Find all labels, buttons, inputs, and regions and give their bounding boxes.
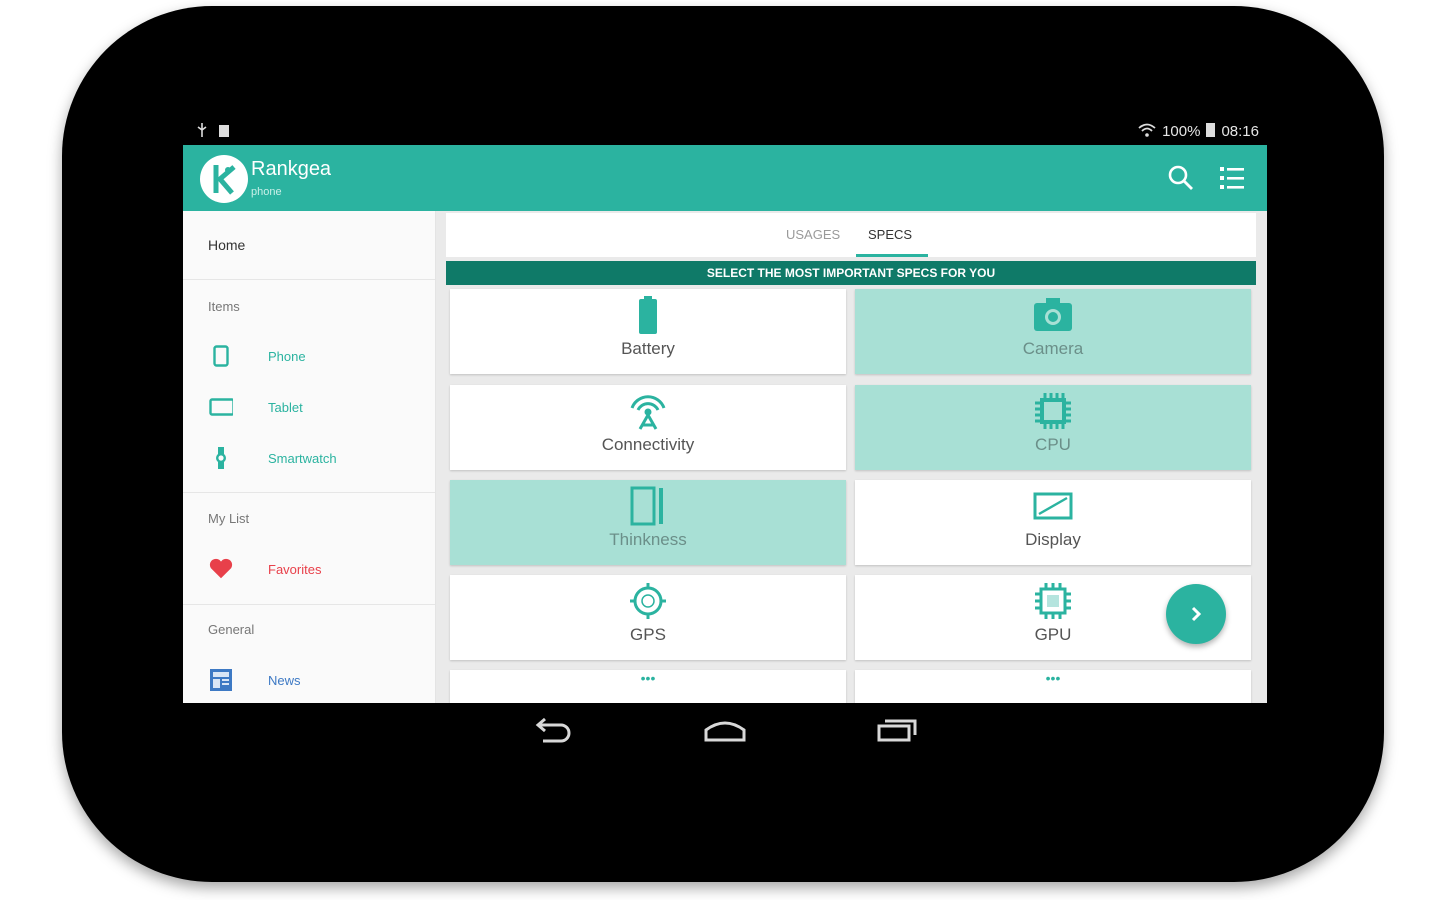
list-icon bbox=[1220, 167, 1244, 189]
spec-card-camera[interactable]: Camera bbox=[855, 289, 1251, 374]
drawer-section-items: Items bbox=[208, 299, 240, 314]
spec-card-connectivity[interactable]: Connectivity bbox=[450, 385, 846, 470]
status-bar: 100% 08:16 bbox=[183, 118, 1267, 145]
navigation-drawer: Home Items Phone Tablet Smartwatch My Li… bbox=[183, 211, 436, 703]
home-icon bbox=[704, 721, 746, 742]
spec-card-partial[interactable]: ••• bbox=[450, 670, 846, 703]
drawer-item-label: Phone bbox=[268, 348, 306, 364]
drawer-item-phone[interactable]: Phone bbox=[183, 338, 435, 374]
app-bar: Rankgea phone bbox=[183, 145, 1267, 211]
news-icon bbox=[209, 668, 233, 692]
drawer-divider bbox=[183, 279, 435, 280]
tab-specs[interactable]: SPECS bbox=[868, 227, 912, 242]
spec-card-partial[interactable]: ••• bbox=[855, 670, 1251, 703]
drawer-item-label: News bbox=[268, 672, 301, 688]
spec-label: CPU bbox=[1035, 435, 1071, 454]
screen: 100% 08:16 Rankgea phone Home Items Phon… bbox=[183, 118, 1267, 703]
partial-icon: ••• bbox=[1045, 670, 1061, 686]
drawer-item-home[interactable]: Home bbox=[208, 237, 245, 253]
main-content: USAGES SPECS SELECT THE MOST IMPORTANT S… bbox=[436, 211, 1267, 703]
tab-usages[interactable]: USAGES bbox=[786, 227, 840, 242]
display-icon bbox=[855, 486, 1251, 526]
logo-icon bbox=[213, 165, 236, 195]
app-logo[interactable] bbox=[200, 155, 248, 203]
spec-card-thinkness[interactable]: Thinkness bbox=[450, 480, 846, 565]
battery-status-icon bbox=[1206, 122, 1216, 141]
cpu-icon bbox=[855, 391, 1251, 431]
next-button[interactable] bbox=[1166, 584, 1226, 644]
app-subtitle: phone bbox=[251, 186, 282, 198]
spec-label: Camera bbox=[1022, 339, 1084, 358]
drawer-item-label: Smartwatch bbox=[268, 450, 337, 466]
tab-bar: USAGES SPECS bbox=[446, 213, 1256, 257]
spec-card-display[interactable]: Display bbox=[855, 480, 1251, 565]
drawer-item-label: Favorites bbox=[268, 561, 322, 577]
drawer-item-smartwatch[interactable]: Smartwatch bbox=[183, 440, 435, 476]
spec-label: GPS bbox=[630, 625, 666, 644]
tablet-icon bbox=[209, 395, 233, 419]
recents-button[interactable] bbox=[873, 713, 921, 747]
spec-card-gps[interactable]: GPS bbox=[450, 575, 846, 660]
app-title: Rankgea bbox=[251, 158, 332, 180]
drawer-item-favorites[interactable]: Favorites bbox=[183, 551, 435, 587]
spec-label: Connectivity bbox=[601, 435, 695, 454]
specs-instruction-banner: SELECT THE MOST IMPORTANT SPECS FOR YOU bbox=[446, 261, 1256, 285]
gps-icon bbox=[450, 581, 846, 621]
spec-label: Thinkness bbox=[609, 530, 687, 549]
thickness-icon bbox=[450, 486, 846, 526]
home-button[interactable] bbox=[701, 713, 749, 747]
drawer-section-general: General bbox=[208, 622, 255, 637]
camera-icon bbox=[855, 295, 1251, 335]
clock: 08:16 bbox=[1221, 123, 1259, 140]
usb-icon bbox=[197, 123, 207, 141]
notification-icon bbox=[219, 124, 229, 141]
spec-label: Display bbox=[1025, 530, 1081, 549]
spec-card-battery[interactable]: Battery bbox=[450, 289, 846, 374]
spec-card-cpu[interactable]: CPU bbox=[855, 385, 1251, 470]
drawer-divider bbox=[183, 604, 435, 605]
partial-icon: ••• bbox=[640, 670, 656, 686]
heart-icon bbox=[209, 557, 233, 581]
chevron-right-icon bbox=[1191, 606, 1202, 622]
search-button[interactable] bbox=[1165, 162, 1197, 194]
back-button[interactable] bbox=[529, 713, 577, 747]
active-tab-indicator bbox=[856, 254, 928, 257]
antenna-icon bbox=[450, 391, 846, 431]
spec-label: Battery bbox=[621, 339, 675, 358]
wifi-icon bbox=[1138, 123, 1156, 141]
drawer-divider bbox=[183, 492, 435, 493]
list-view-button[interactable] bbox=[1216, 162, 1248, 194]
drawer-item-news[interactable]: News bbox=[183, 662, 435, 698]
search-icon bbox=[1168, 165, 1193, 190]
system-navigation-bar bbox=[183, 703, 1267, 758]
phone-icon bbox=[209, 344, 233, 368]
drawer-item-tablet[interactable]: Tablet bbox=[183, 389, 435, 425]
smartwatch-icon bbox=[209, 446, 233, 470]
battery-level: 100% bbox=[1162, 123, 1201, 140]
drawer-section-my-list: My List bbox=[208, 511, 250, 526]
battery-icon bbox=[450, 295, 846, 335]
drawer-item-label: Tablet bbox=[268, 399, 303, 415]
back-icon bbox=[535, 717, 571, 743]
recents-icon bbox=[877, 719, 917, 742]
